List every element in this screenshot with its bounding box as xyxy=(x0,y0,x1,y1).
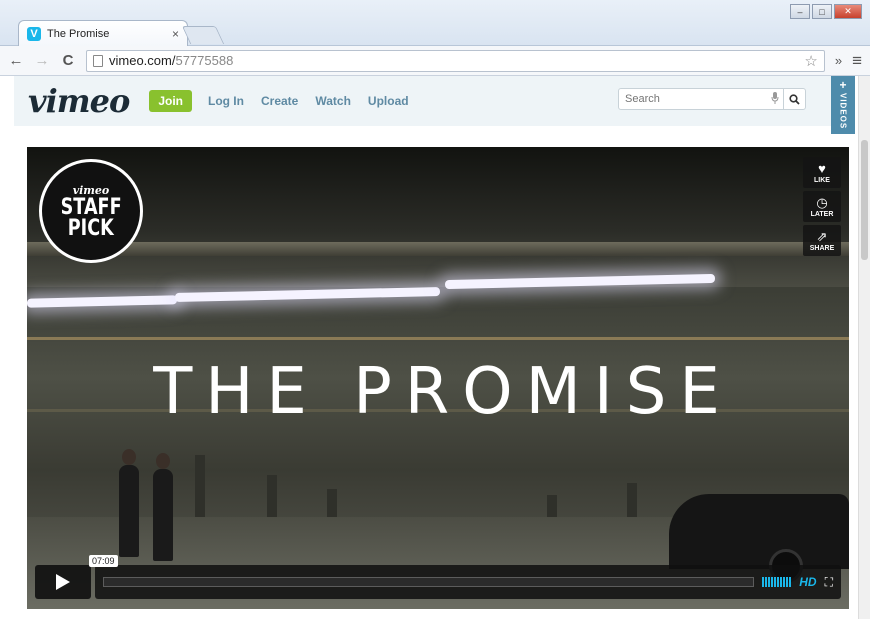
url-path: 57775588 xyxy=(175,53,234,68)
play-button[interactable] xyxy=(35,565,91,599)
staff-pick-line1: STAFF xyxy=(60,194,122,220)
search-input[interactable] xyxy=(619,89,767,109)
player-controls: 07:09 HD ⛶ xyxy=(35,555,841,599)
tab-title: The Promise xyxy=(47,27,110,40)
share-icon: ⇗ xyxy=(816,228,828,244)
page-scrollbar[interactable] xyxy=(858,76,870,619)
nav-create[interactable]: Create xyxy=(261,94,298,108)
videos-side-tab[interactable]: + VIDEOS xyxy=(831,76,855,134)
join-button[interactable]: Join xyxy=(149,90,192,112)
play-icon xyxy=(56,574,70,590)
heart-icon: ♥ xyxy=(818,160,826,176)
site-header: vimeo Join Log In Create Watch Upload xyxy=(14,76,848,126)
vimeo-logo[interactable]: vimeo xyxy=(28,82,130,120)
staff-pick-line2: PICK xyxy=(67,215,114,241)
hd-button[interactable]: HD xyxy=(799,575,816,589)
new-tab-button[interactable] xyxy=(181,26,225,44)
share-button[interactable]: ⇗ SHARE xyxy=(803,225,841,256)
plus-icon: + xyxy=(839,78,847,92)
scene-ceiling xyxy=(27,147,849,287)
search-box xyxy=(618,88,806,110)
microphone-icon[interactable] xyxy=(767,91,783,107)
videos-tab-label: VIDEOS xyxy=(838,93,848,130)
reload-icon[interactable]: C xyxy=(60,52,76,69)
control-bar: 07:09 HD ⛶ xyxy=(89,555,841,599)
browser-titlebar: V The Promise × – □ ✕ xyxy=(0,0,870,46)
clock-icon: ◷ xyxy=(816,194,828,210)
browser-toolbar: ← → C vimeo.com/57775588 ☆ » ≡ xyxy=(0,46,870,76)
progress-bar[interactable] xyxy=(103,577,755,587)
browser-tab[interactable]: V The Promise × xyxy=(18,20,188,46)
forward-icon[interactable]: → xyxy=(34,52,50,69)
like-button[interactable]: ♥ LIKE xyxy=(803,157,841,188)
duration-label: 07:09 xyxy=(89,555,118,567)
share-label: SHARE xyxy=(809,244,835,252)
page-icon xyxy=(93,54,103,67)
minimize-button[interactable]: – xyxy=(790,4,810,19)
close-window-button[interactable]: ✕ xyxy=(834,4,862,19)
staff-pick-badge[interactable]: vimeo STAFF PICK xyxy=(39,159,143,263)
maximize-button[interactable]: □ xyxy=(812,4,832,19)
fullscreen-icon[interactable]: ⛶ xyxy=(825,575,833,590)
bookmark-star-icon[interactable]: ☆ xyxy=(804,52,817,70)
scrollbar-thumb[interactable] xyxy=(861,140,868,260)
later-label: LATER xyxy=(810,210,834,218)
vimeo-favicon-icon: V xyxy=(27,26,41,41)
like-label: LIKE xyxy=(814,176,830,184)
video-player[interactable]: THE PROMISE vimeo STAFF PICK ♥ LIKE ◷ LA… xyxy=(27,147,849,609)
window-controls: – □ ✕ xyxy=(790,4,862,19)
video-side-actions: ♥ LIKE ◷ LATER ⇗ SHARE xyxy=(803,157,841,256)
tab-close-icon[interactable]: × xyxy=(172,27,179,41)
search-icon[interactable] xyxy=(783,89,805,109)
nav-watch[interactable]: Watch xyxy=(315,94,351,108)
back-icon[interactable]: ← xyxy=(8,52,24,69)
address-bar[interactable]: vimeo.com/57775588 ☆ xyxy=(86,49,825,72)
url-host: vimeo.com/ xyxy=(109,53,176,68)
extensions-icon[interactable]: » xyxy=(835,53,842,68)
video-title: THE PROMISE xyxy=(153,355,733,429)
watch-later-button[interactable]: ◷ LATER xyxy=(803,191,841,222)
nav-upload[interactable]: Upload xyxy=(368,94,409,108)
volume-slider[interactable] xyxy=(762,577,792,587)
nav-login[interactable]: Log In xyxy=(208,94,244,108)
menu-icon[interactable]: ≡ xyxy=(852,51,862,71)
